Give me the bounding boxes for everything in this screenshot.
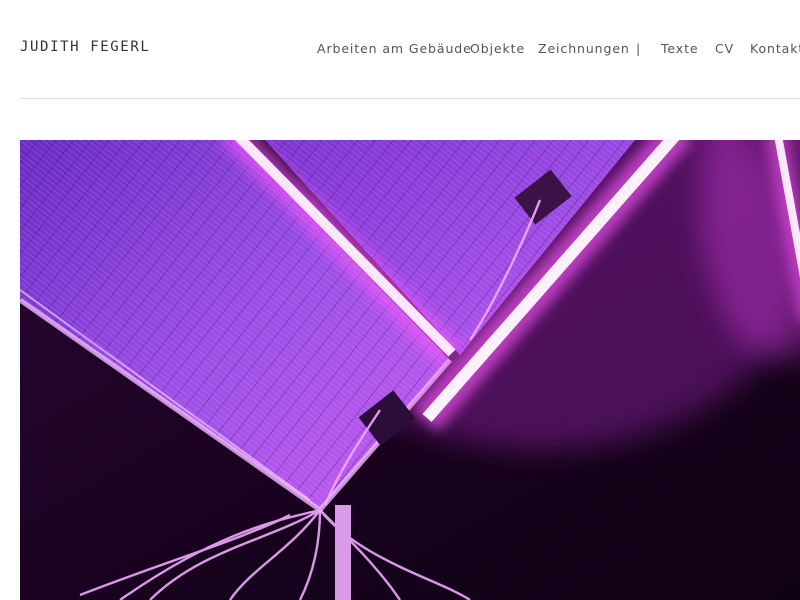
nav-item-kontakt[interactable]: Kontakt [750, 41, 800, 56]
site-title[interactable]: JUDITH FEGERL [20, 39, 150, 55]
hero-image[interactable] [20, 140, 800, 600]
main-nav: Arbeiten am Gebäude Objekte Zeichnungen … [310, 41, 800, 57]
nav-item-zeichnungen[interactable]: Zeichnungen [538, 41, 630, 56]
nav-item-texte[interactable]: Texte [661, 41, 698, 56]
header-divider [20, 98, 800, 99]
nav-item-cv[interactable]: CV [715, 41, 734, 56]
nav-separator: | [636, 41, 642, 56]
site-header: JUDITH FEGERL Arbeiten am Gebäude Objekt… [0, 0, 800, 98]
nav-item-arbeiten-am-gebaeude[interactable]: Arbeiten am Gebäude [317, 41, 472, 56]
nav-item-objekte[interactable]: Objekte [470, 41, 525, 56]
hero-artwork [20, 140, 800, 600]
